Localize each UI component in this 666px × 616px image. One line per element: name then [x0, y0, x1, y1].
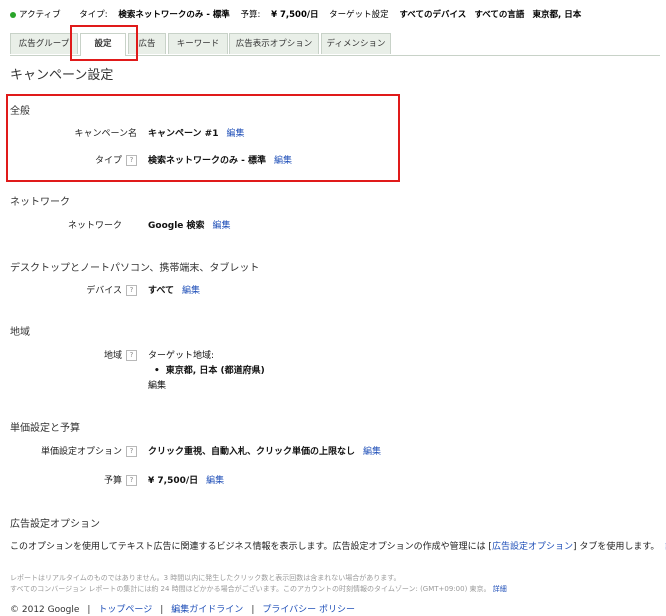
- tab-keywords[interactable]: キーワード: [168, 33, 228, 54]
- edit-network-link[interactable]: 編集: [213, 221, 231, 231]
- help-icon[interactable]: ?: [126, 475, 137, 486]
- help-icon[interactable]: ?: [126, 350, 137, 361]
- location-target-value: 東京都, 日本 (都道府県): [154, 363, 265, 376]
- tab-ad-groups[interactable]: 広告グループ: [10, 33, 78, 54]
- copyright: © 2012 Google: [10, 605, 80, 615]
- network-row: Google 検索 編集: [148, 218, 231, 231]
- edit-campaign-type-link[interactable]: 編集: [274, 156, 292, 166]
- page-title: キャンペーン設定: [10, 68, 114, 83]
- status-type: タイプ: 検索ネットワークのみ - 標準: [79, 10, 230, 20]
- devices-row: すべて 編集: [148, 283, 200, 296]
- active-status-icon: [10, 11, 16, 18]
- tab-ad-extensions[interactable]: 広告表示オプション: [229, 33, 319, 54]
- status-target: ターゲット設定 すべてのデバイス すべての言語 東京都, 日本: [329, 10, 582, 20]
- section-network-title: ネットワーク: [10, 197, 70, 208]
- campaign-type-row: 検索ネットワークのみ - 標準 編集: [148, 153, 292, 166]
- section-ad-extensions-title: 広告設定オプション: [10, 519, 100, 530]
- devices-value: すべて: [148, 286, 175, 296]
- edit-location-link[interactable]: 編集: [148, 378, 166, 391]
- bid-option-label: 単価設定オプション?: [41, 444, 137, 457]
- devices-label: デバイス?: [86, 283, 137, 296]
- campaign-name-label: キャンペーン名: [74, 129, 137, 139]
- section-devices-title: デスクトップとノートパソコン、携帯端末、タブレット: [10, 263, 260, 274]
- campaign-type-label: タイプ?: [95, 153, 137, 166]
- status-budget: 予算: ¥ 7,500/日: [240, 10, 319, 20]
- edit-bid-option-link[interactable]: 編集: [363, 447, 381, 457]
- edit-devices-link[interactable]: 編集: [182, 286, 200, 296]
- footer-link-privacy-policy[interactable]: プライバシー ポリシー: [262, 605, 355, 615]
- settings-tab-highlight: [70, 25, 138, 61]
- bid-option-value: クリック重視、自動入札、クリック単価の上限なし: [148, 447, 356, 457]
- section-location-title: 地域: [10, 327, 30, 338]
- edit-campaign-name-link[interactable]: 編集: [227, 129, 245, 139]
- network-label: ネットワーク: [67, 221, 122, 231]
- network-value: Google 検索: [148, 221, 205, 231]
- footer-link-editorial-guidelines[interactable]: 編集ガイドライン: [171, 605, 243, 615]
- budget-row: ¥ 7,500/日 編集: [148, 473, 224, 486]
- location-label: 地域?: [104, 348, 137, 361]
- notice-more-link[interactable]: 詳細: [493, 585, 507, 593]
- location-target-label: ターゲット地域:: [148, 351, 215, 361]
- bid-option-row: クリック重視、自動入札、クリック単価の上限なし 編集: [148, 444, 381, 457]
- help-icon[interactable]: ?: [126, 285, 137, 296]
- edit-budget-link[interactable]: 編集: [206, 476, 224, 486]
- campaign-name-value: キャンペーン #1: [148, 129, 219, 139]
- campaign-type-value: 検索ネットワークのみ - 標準: [148, 156, 267, 166]
- status-active: アクティブ: [10, 10, 69, 20]
- section-bidding-title: 単価設定と予算: [10, 423, 80, 434]
- ad-extensions-description: このオプションを使用してテキスト広告に関連するビジネス情報を表示します。広告設定…: [10, 539, 666, 552]
- campaign-status-bar: アクティブ タイプ: 検索ネットワークのみ - 標準 予算: ¥ 7,500/日…: [10, 8, 589, 20]
- help-icon[interactable]: ?: [126, 446, 137, 457]
- ad-extensions-tab-link[interactable]: 広告設定オプション: [492, 542, 573, 552]
- footer: © 2012 Google | トップページ | 編集ガイドライン | プライバシー ポリシ…: [10, 605, 356, 615]
- help-icon[interactable]: ?: [126, 155, 137, 166]
- tab-dimensions[interactable]: ディメンション: [321, 33, 391, 54]
- report-notice: レポートはリアルタイムのものではありません。3 時間以内に発生したクリック数と表…: [10, 574, 507, 593]
- budget-value: ¥ 7,500/日: [148, 476, 199, 486]
- section-general-title: 全般: [10, 106, 30, 117]
- budget-label: 予算?: [104, 473, 137, 486]
- campaign-name-row: キャンペーン #1 編集: [148, 126, 245, 139]
- footer-link-home[interactable]: トップページ: [98, 605, 152, 615]
